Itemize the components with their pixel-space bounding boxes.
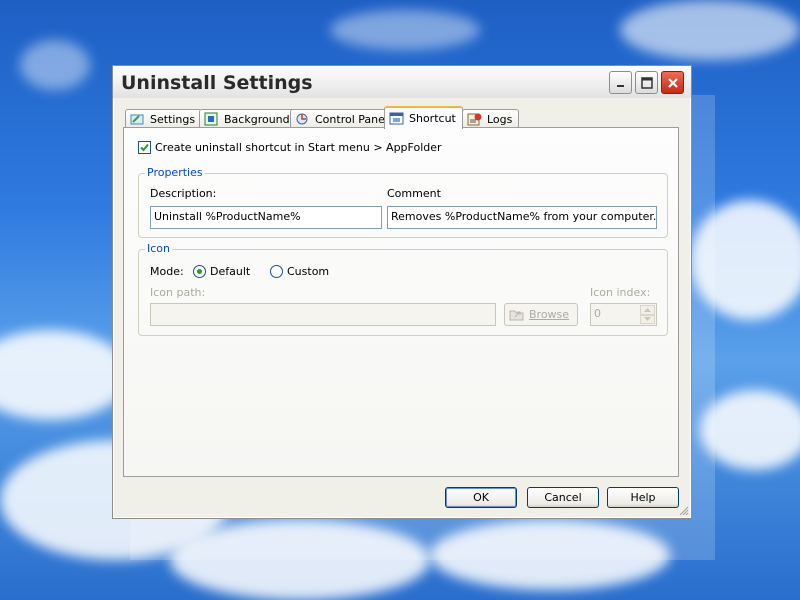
mode-default-label: Default	[210, 265, 251, 278]
shortcut-icon	[389, 112, 405, 126]
description-label: Description:	[150, 187, 217, 200]
browse-label: Browse	[529, 308, 570, 321]
icon-index-value: 0	[594, 307, 601, 320]
icon-path-label: Icon path:	[150, 286, 206, 299]
comment-label: Comment	[387, 187, 441, 200]
control-panel-icon	[295, 112, 311, 126]
tab-settings[interactable]: Settings	[125, 109, 203, 128]
mode-custom-radio[interactable]	[270, 265, 283, 278]
shortcut-tab-panel: Create uninstall shortcut in Start menu …	[123, 127, 679, 477]
resize-grip-icon[interactable]	[679, 506, 689, 516]
close-button[interactable]	[661, 71, 684, 94]
mode-custom-label: Custom	[287, 265, 330, 278]
maximize-icon	[640, 76, 653, 89]
chevron-down-icon	[644, 317, 651, 322]
spin-down-button[interactable]	[640, 314, 655, 324]
help-button[interactable]: Help	[607, 487, 679, 508]
cancel-button[interactable]: Cancel	[527, 487, 599, 508]
tab-control-panel[interactable]: Control Panel	[290, 109, 395, 128]
mode-default-option[interactable]: Default	[193, 265, 250, 278]
icon-group: Icon Mode: Default Custom Icon path: Bro…	[138, 242, 668, 336]
browse-button[interactable]: Browse	[504, 303, 578, 326]
mode-label: Mode:	[150, 265, 184, 278]
chevron-up-icon	[644, 307, 651, 312]
checkmark-icon	[140, 143, 149, 152]
tab-logs[interactable]: Logs	[462, 109, 520, 128]
minimize-button[interactable]	[609, 71, 632, 94]
tab-background[interactable]: Background	[199, 109, 297, 128]
create-shortcut-label: Create uninstall shortcut in Start menu …	[155, 141, 442, 154]
create-shortcut-checkbox[interactable]	[138, 141, 151, 154]
title-bar[interactable]: Uninstall Settings	[113, 66, 691, 98]
tab-shortcut[interactable]: Shortcut	[384, 106, 463, 129]
icon-legend: Icon	[145, 242, 172, 255]
properties-group: Properties Description: Uninstall %Produ…	[138, 166, 668, 238]
icon-path-field[interactable]	[150, 303, 496, 326]
folder-icon	[509, 310, 524, 320]
icon-index-label: Icon index:	[590, 286, 651, 299]
create-shortcut-option[interactable]: Create uninstall shortcut in Start menu …	[138, 141, 442, 154]
maximize-button[interactable]	[635, 71, 658, 94]
background-icon	[204, 112, 220, 126]
icon-index-stepper[interactable]: 0	[590, 303, 657, 326]
description-field[interactable]: Uninstall %ProductName%	[150, 206, 382, 229]
ok-button[interactable]: OK	[445, 487, 517, 508]
comment-field[interactable]: Removes %ProductName% from your computer…	[387, 206, 657, 229]
mode-custom-option[interactable]: Custom	[270, 265, 329, 278]
logs-icon	[467, 112, 483, 126]
uninstall-settings-dialog: Uninstall Settings Settings Background C…	[112, 65, 692, 519]
close-icon	[667, 77, 678, 88]
window-title: Uninstall Settings	[121, 72, 313, 94]
properties-legend: Properties	[145, 166, 205, 179]
mode-default-radio[interactable]	[193, 265, 206, 278]
minimize-icon	[616, 84, 624, 87]
spin-up-button[interactable]	[640, 305, 655, 315]
settings-icon	[130, 112, 146, 126]
